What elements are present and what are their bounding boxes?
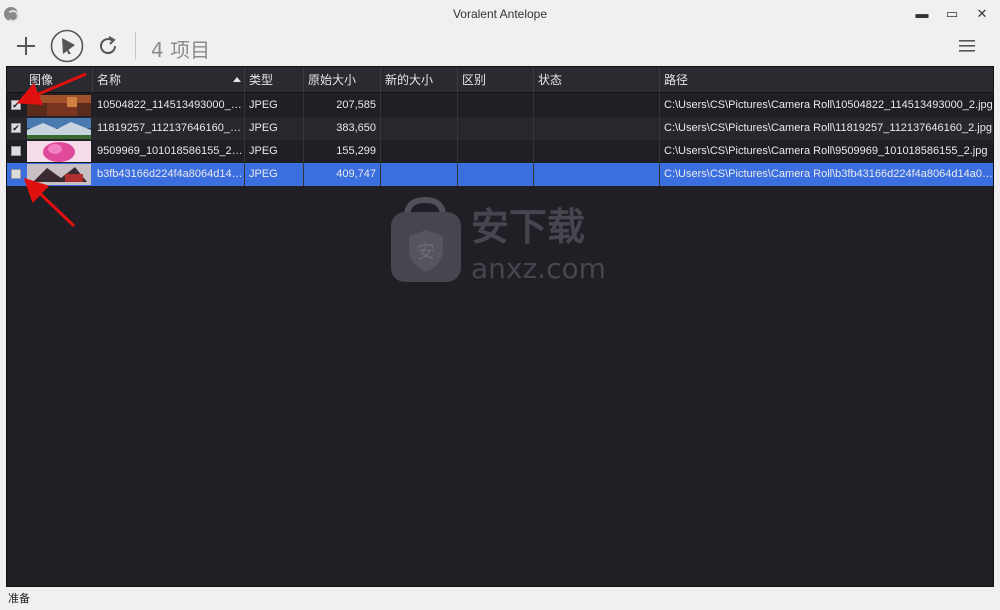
minimize-button[interactable]: ▬ [908,4,936,24]
cell-difference [458,94,534,117]
cell-name: b3fb43166d224f4a8064d14a0b... [93,163,245,186]
watermark-domain: anxz.com [471,252,606,285]
column-header-name[interactable]: 名称 [93,67,245,93]
column-header-difference[interactable]: 区别 [458,67,534,93]
cell-original-size: 155,299 [304,140,381,163]
maximize-button[interactable]: ▭ [938,4,966,24]
title-bar: Voralent Antelope ▬ ▭ ✕ [0,0,1000,28]
cell-original-size: 383,650 [304,117,381,140]
cell-difference [458,140,534,163]
cell-type: JPEG [245,163,304,186]
cell-path: C:\Users\CS\Pictures\Camera Roll\9509969… [664,145,988,157]
status-text: 准备 [8,593,30,605]
table-row[interactable]: ✔ 10504822_114513493000_2.jpg JPEG 207,5… [7,94,993,117]
cell-difference [458,163,534,186]
cell-new-size [381,140,458,163]
refresh-icon [100,36,117,55]
shopping-bag-icon: 安 [391,196,461,282]
cell-new-size [381,163,458,186]
row-checkbox[interactable]: ✔ [11,123,21,133]
cell-path: C:\Users\CS\Pictures\Camera Roll\b3fb431… [664,168,993,180]
toolbar: 4 项目 [0,28,1000,66]
cell-status [534,117,660,140]
play-icon [50,29,84,63]
hamburger-menu-icon [959,40,975,52]
row-checkbox[interactable] [11,146,21,156]
column-header-name-label: 名称 [97,73,122,87]
sort-ascending-icon [233,77,241,82]
cell-path: C:\Users\CS\Pictures\Camera Roll\1050482… [664,99,993,111]
toolbar-separator [135,32,136,60]
cell-original-size: 409,747 [304,163,381,186]
file-list-panel[interactable]: 图像 名称 类型 原始大小 新的大小 区别 状态 路径 ✔ 10504822_1… [6,66,994,587]
column-header-status[interactable]: 状态 [534,67,660,93]
cell-original-size: 207,585 [304,94,381,117]
cell-type: JPEG [245,140,304,163]
column-header-new-size[interactable]: 新的大小 [381,67,458,93]
cell-status [534,94,660,117]
cell-status [534,163,660,186]
window-title: Voralent Antelope [452,7,548,21]
column-header-image[interactable]: 图像 [25,67,93,93]
table-header: 图像 名称 类型 原始大小 新的大小 区别 状态 路径 [7,67,993,93]
table-row[interactable]: 9509969_101018586155_2.jpg JPEG 155,299 … [7,140,993,163]
row-checkbox[interactable]: ✔ [11,100,21,110]
table-row[interactable]: ✔ 11819257_112137646160_2.jpg JPEG 383,6… [7,117,993,140]
thumbnail-image [27,164,91,185]
cell-new-size [381,94,458,117]
start-button[interactable] [49,28,85,64]
thumbnail-image [27,118,91,139]
cell-name: 10504822_114513493000_2.jpg [93,94,245,117]
cell-name: 9509969_101018586155_2.jpg [93,140,245,163]
cell-type: JPEG [245,117,304,140]
table-row-selected[interactable]: b3fb43166d224f4a8064d14a0b... JPEG 409,7… [7,163,993,186]
column-header-type[interactable]: 类型 [245,67,304,93]
cell-difference [458,117,534,140]
cell-path: C:\Users\CS\Pictures\Camera Roll\1181925… [664,122,992,134]
add-button[interactable] [12,32,40,60]
refresh-button[interactable] [94,32,122,60]
column-header-path[interactable]: 路径 [660,67,993,93]
cell-type: JPEG [245,94,304,117]
cell-name: 11819257_112137646160_2.jpg [93,117,245,140]
thumbnail-image [27,141,91,162]
close-button[interactable]: ✕ [968,4,996,24]
plus-icon [17,37,35,55]
watermark-logo: 安 安下载 anxz.com [391,196,606,285]
cell-status [534,140,660,163]
watermark-badge: 安 [417,242,435,263]
watermark-brand: 安下载 [471,205,585,249]
item-count: 4 项目 [151,38,211,62]
row-checkbox[interactable] [11,169,21,179]
column-header-original-size[interactable]: 原始大小 [304,67,381,93]
menu-button[interactable] [954,34,980,58]
cell-new-size [381,117,458,140]
thumbnail-image [27,95,91,116]
